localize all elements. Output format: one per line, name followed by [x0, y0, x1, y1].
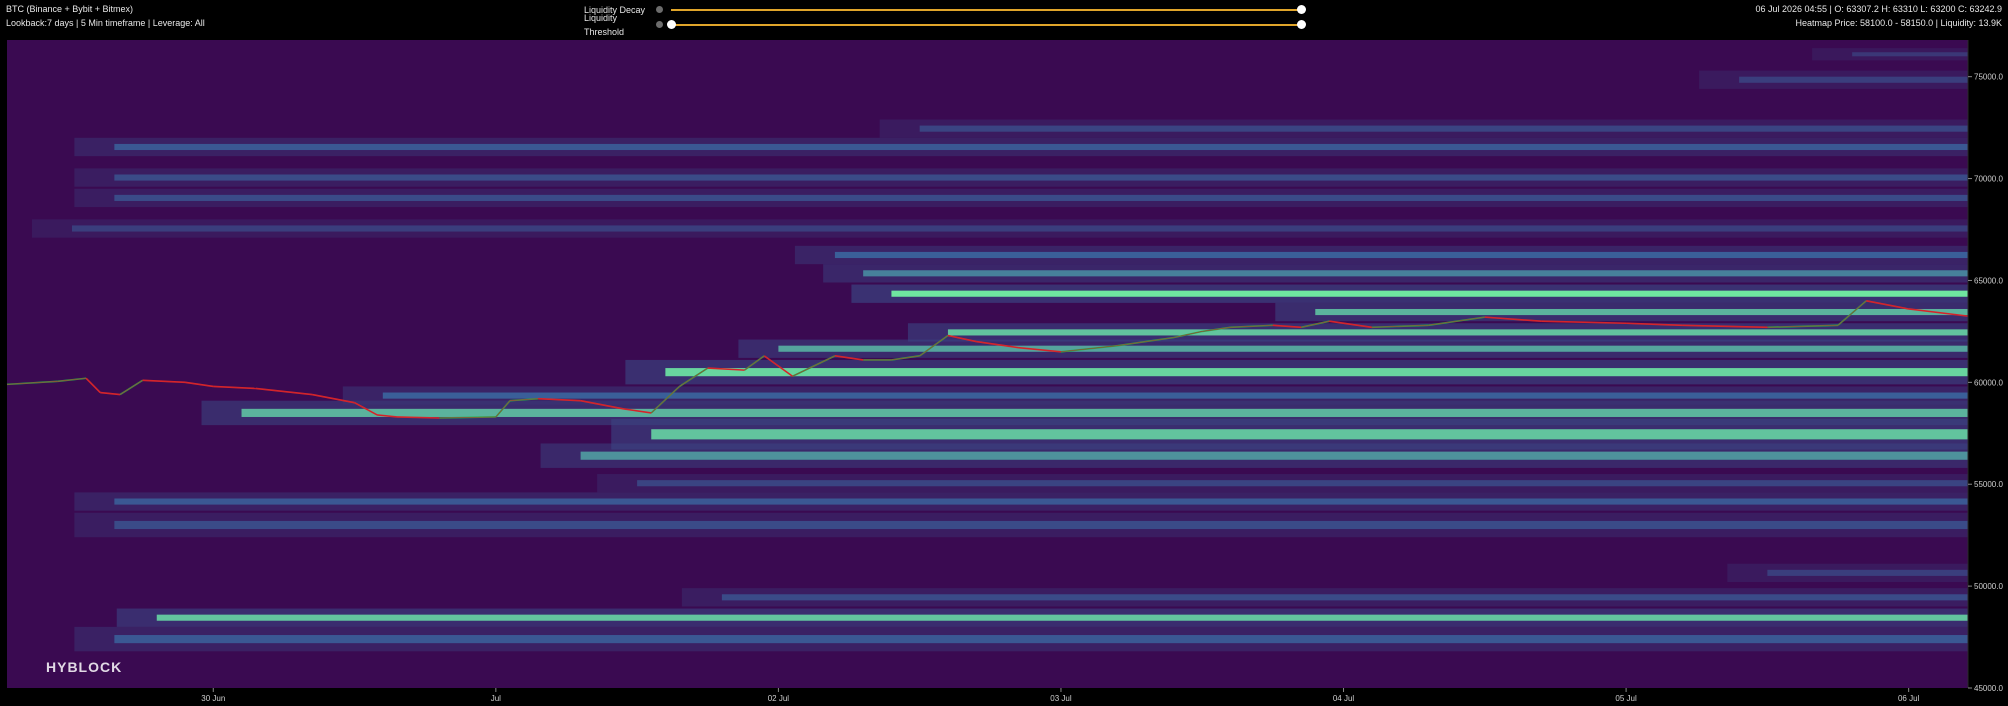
liquidity-decay-slider[interactable] [671, 4, 1306, 14]
chart-header-right: 06 Jul 2026 04:55 | O: 63307.2 H: 63310 … [1755, 2, 2002, 30]
liquidity-controls: Liquidity Decay Liquidity Threshold [584, 2, 1306, 37]
heatmap-readout: Heatmap Price: 58100.0 - 58150.0 | Liqui… [1795, 18, 2002, 28]
x-tick-label: 02 Jul [768, 694, 790, 703]
liquidity-band [651, 429, 1969, 440]
liquidity-band [1852, 52, 1968, 57]
liquidity-band [1739, 76, 1968, 83]
liquidity-band [114, 520, 1969, 530]
liquidation-heatmap-chart[interactable]: 45000.0 50000.0 55000.0 60000.0 65000.0 70000… [0, 0, 2008, 706]
liquidity-band [665, 368, 1968, 377]
liquidity-band [114, 143, 1969, 151]
liquidity-band [241, 408, 1969, 417]
x-tick-label: 03 Jul [1050, 694, 1072, 703]
liquidity-band [580, 451, 1968, 460]
liquidity-band [834, 251, 1968, 259]
x-tick-label: 30 Jun [201, 694, 225, 703]
y-tick-label: 55000.0 [1974, 480, 2003, 489]
liquidity-threshold-control: Liquidity Threshold [584, 13, 1306, 37]
liquidity-band [947, 329, 1968, 336]
slider-handle-max[interactable] [1297, 19, 1306, 29]
liquidity-band [156, 614, 1968, 621]
liquidity-band [114, 498, 1969, 505]
liquidity-band [891, 290, 1968, 297]
liquidity-band [114, 174, 1969, 181]
liquidity-threshold-slider[interactable] [667, 19, 1306, 29]
liquidity-band [114, 635, 1969, 644]
liquidity-band [114, 194, 1969, 201]
x-tick-label: 05 Jul [1615, 694, 1637, 703]
y-tick-label: 50000.0 [1974, 582, 2003, 591]
liquidity-band [778, 345, 1968, 352]
liquidity-band [382, 392, 1968, 399]
liquidity-band [863, 270, 1969, 277]
info-icon[interactable] [656, 21, 663, 28]
liquidity-band [1767, 569, 1968, 576]
y-tick-label: 60000.0 [1974, 378, 2003, 387]
x-tick-label: 04 Jul [1333, 694, 1355, 703]
settings-label: Lookback:7 days | 5 Min timeframe | Leve… [6, 18, 205, 28]
liquidity-threshold-label: Liquidity Threshold [584, 12, 625, 37]
liquidity-band [637, 480, 1968, 487]
hyblock-watermark: HYBLOCK [46, 659, 122, 675]
y-tick-label: 70000.0 [1974, 175, 2003, 184]
liquidity-decay-control: Liquidity Decay [584, 2, 1306, 17]
liquidity-band [919, 125, 1968, 132]
chart-header-left: BTC (Binance + Bybit + Bitmex) Lookback:… [6, 2, 205, 30]
liquidity-band [721, 594, 1968, 601]
y-tick-label: 45000.0 [1974, 684, 2003, 693]
info-icon[interactable] [656, 6, 663, 13]
liquidity-band [1315, 308, 1968, 316]
x-tick-label: Jul [491, 694, 501, 703]
x-tick-label: 06 Jul [1898, 694, 1920, 703]
y-tick-label: 75000.0 [1974, 73, 2003, 82]
slider-handle-min[interactable] [667, 19, 676, 29]
liquidity-band [71, 225, 1969, 232]
y-tick-label: 65000.0 [1974, 276, 2003, 285]
symbol-label: BTC (Binance + Bybit + Bitmex) [6, 4, 134, 14]
slider-handle[interactable] [1297, 4, 1306, 14]
ohlc-readout: 06 Jul 2026 04:55 | O: 63307.2 H: 63310 … [1755, 4, 2002, 14]
